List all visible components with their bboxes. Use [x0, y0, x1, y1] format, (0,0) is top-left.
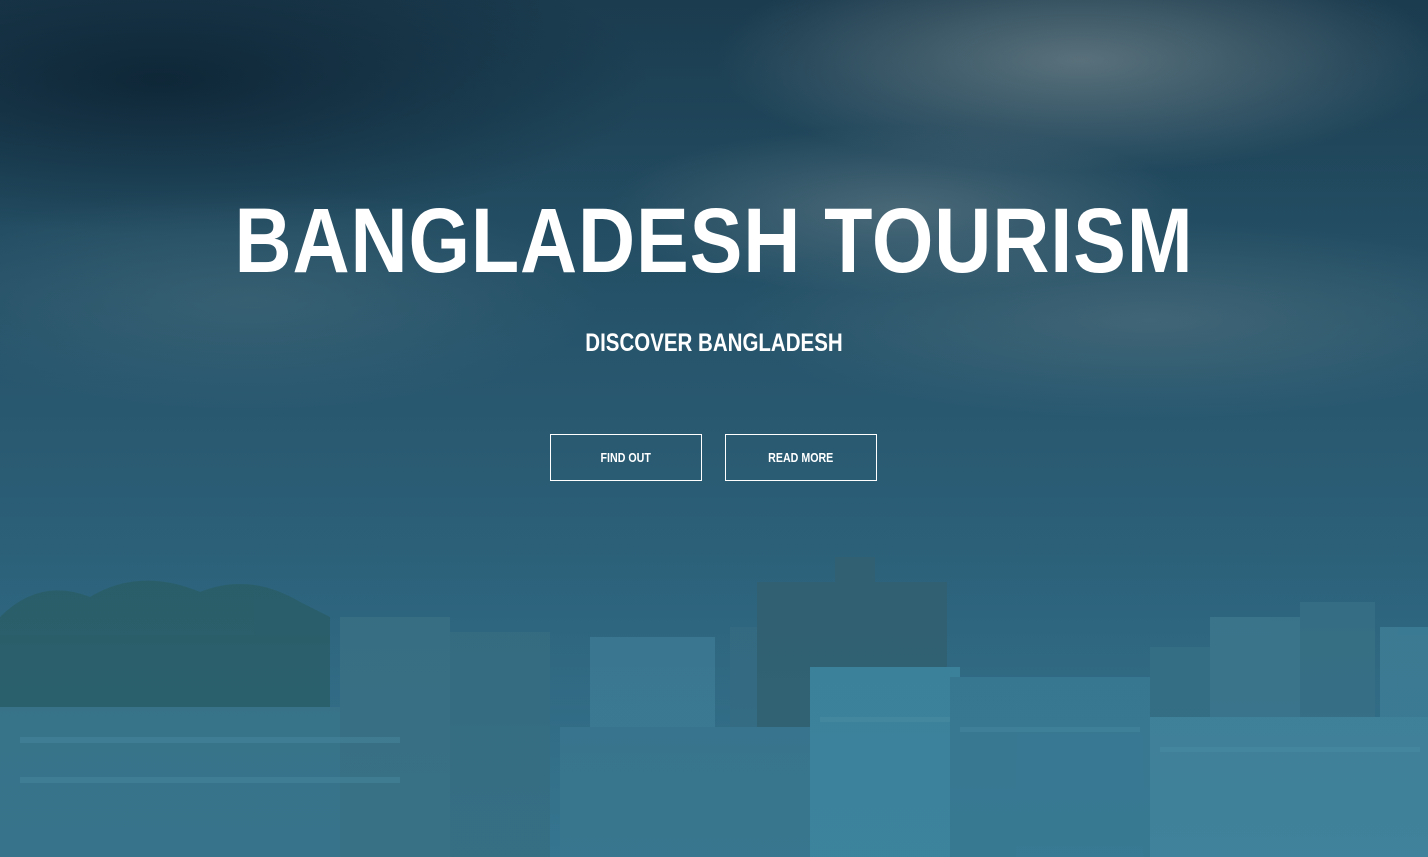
read-more-button-label: READ MORE [768, 450, 834, 465]
page-subtitle: DISCOVER BANGLADESH [585, 329, 843, 357]
find-out-button[interactable]: FIND OUT [550, 434, 702, 481]
read-more-button[interactable]: READ MORE [725, 434, 877, 481]
page-title: BANGLADESH TOURISM [234, 190, 1194, 292]
hero-overlay [0, 0, 1428, 857]
hero-section [0, 0, 1428, 857]
find-out-button-label: FIND OUT [600, 450, 652, 465]
